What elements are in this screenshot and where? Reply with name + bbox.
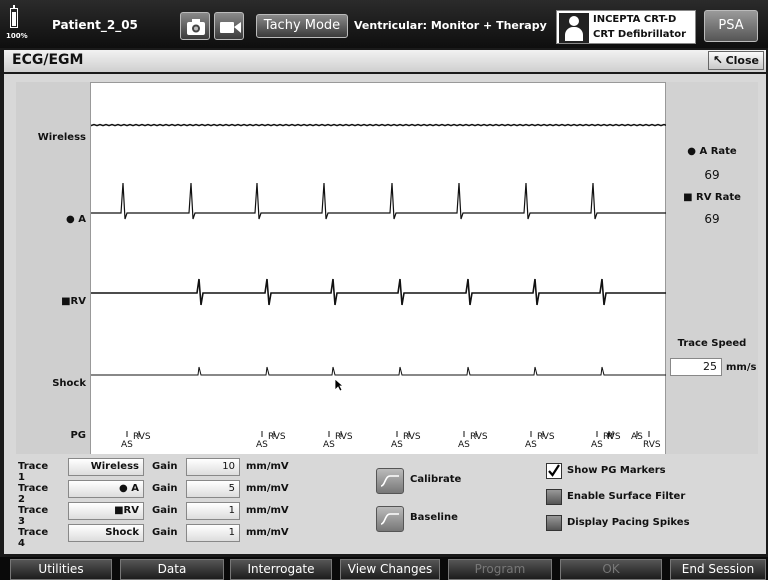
end-session-button[interactable]: End Session: [670, 559, 766, 580]
trace-2-gain-select[interactable]: 5: [186, 480, 240, 498]
pg-marker: RVS: [335, 432, 353, 442]
close-button[interactable]: ↖ Close: [708, 51, 764, 70]
wireless-trace: [91, 123, 667, 127]
pg-marker: RVS: [403, 432, 421, 442]
rv-trace: [91, 278, 667, 306]
pg-marker: R: [607, 432, 613, 442]
pg-marker: AS: [256, 440, 268, 450]
trace-label-wireless: Wireless: [37, 132, 86, 143]
display-pacing-spikes-label: Display Pacing Spikes: [567, 517, 690, 528]
device-type: CRT Defibrillator: [593, 29, 687, 40]
rv-rate-label: ■ RV Rate: [683, 192, 741, 203]
baseline-button[interactable]: [376, 506, 404, 532]
enable-surface-filter-checkbox[interactable]: [546, 489, 562, 505]
close-arrow-icon: ↖: [713, 53, 724, 67]
trace-speed-label: Trace Speed: [677, 338, 747, 349]
pg-marker: AS: [525, 440, 537, 450]
trace-name: Trace 1: [18, 461, 49, 483]
trace-4-source-select[interactable]: Shock: [68, 524, 144, 542]
a-rate-value: 69: [704, 168, 720, 182]
trace-controls: Trace 1 Wireless Gain 10 mm/mV Trace 2 ●…: [4, 454, 766, 554]
pg-marker: RVS: [470, 432, 488, 442]
gain-unit: mm/mV: [246, 461, 289, 472]
camera-icon: [187, 19, 205, 35]
trace-name: Trace 2: [18, 483, 49, 505]
patient-name: Patient_2_05: [52, 18, 138, 32]
trace-1-source-select[interactable]: Wireless: [68, 458, 144, 476]
interrogate-button[interactable]: Interrogate: [230, 559, 332, 580]
show-pg-markers-checkbox[interactable]: [546, 463, 562, 479]
view-changes-button[interactable]: View Changes: [340, 559, 440, 580]
battery-percent: 100%: [6, 32, 28, 40]
pg-marker: RVS: [268, 432, 286, 442]
gain-unit: mm/mV: [246, 483, 289, 494]
calibrate-icon: [380, 475, 399, 487]
a-rate-label: ● A Rate: [687, 146, 737, 157]
trace-speed-input[interactable]: 25: [670, 358, 722, 376]
close-label: Close: [725, 54, 759, 67]
trace-speed-unit: mm/s: [726, 362, 757, 373]
pg-marker: RVS: [537, 432, 555, 442]
calibrate-label: Calibrate: [410, 474, 462, 485]
page-title: ECG/EGM: [12, 52, 84, 68]
baseline-icon: [380, 513, 399, 525]
trace-3-gain-select[interactable]: 1: [186, 502, 240, 520]
bottom-nav: Utilities Data Interrogate View Changes …: [0, 557, 768, 580]
tachy-mode-button[interactable]: Tachy Mode: [256, 14, 348, 38]
top-bar: 100% Patient_2_05 Tachy Mode Ventricular…: [0, 0, 768, 48]
display-pacing-spikes-checkbox[interactable]: [546, 515, 562, 531]
trace-label-rv: ■RV: [61, 296, 86, 307]
ok-button[interactable]: OK: [560, 559, 662, 580]
trace-name: Trace 4: [18, 527, 49, 549]
video-icon: [220, 22, 241, 33]
trace-label-shock: Shock: [52, 378, 86, 389]
enable-surface-filter-label: Enable Surface Filter: [567, 491, 686, 502]
trace-1-gain-select[interactable]: 10: [186, 458, 240, 476]
calibrate-button[interactable]: [376, 468, 404, 494]
gain-label: Gain: [152, 461, 178, 472]
cursor-icon: [334, 378, 344, 392]
program-button[interactable]: Program: [448, 559, 552, 580]
data-button[interactable]: Data: [120, 559, 224, 580]
trace-3-source-select[interactable]: ■RV: [68, 502, 144, 520]
video-button[interactable]: [214, 12, 244, 40]
gain-label: Gain: [152, 527, 178, 538]
show-pg-markers-label: Show PG Markers: [567, 465, 666, 476]
title-bar: ECG/EGM ↖ Close: [4, 50, 766, 72]
pg-marker: AS: [458, 440, 470, 450]
camera-button[interactable]: [180, 12, 210, 40]
trace-2-source-select[interactable]: ● A: [68, 480, 144, 498]
gain-label: Gain: [152, 505, 178, 516]
psa-button[interactable]: PSA: [704, 10, 758, 42]
baseline-label: Baseline: [410, 512, 458, 523]
pg-marker: AS: [391, 440, 403, 450]
ventricular-mode-status: Ventricular: Monitor + Therapy: [354, 19, 547, 32]
patient-icon: [559, 13, 589, 43]
trace-label-pg: PG: [70, 430, 86, 441]
trace-4-gain-select[interactable]: 1: [186, 524, 240, 542]
a-trace: [91, 182, 667, 220]
gain-label: Gain: [152, 483, 178, 494]
pg-marker: AS: [591, 440, 603, 450]
rv-rate-value: 69: [704, 212, 720, 226]
trace-name: Trace 3: [18, 505, 49, 527]
device-info: INCEPTA CRT-D CRT Defibrillator: [556, 10, 696, 44]
pg-marker: RVS: [133, 432, 151, 442]
pg-marker: RVS: [643, 440, 661, 450]
gain-unit: mm/mV: [246, 527, 289, 538]
pg-marker: AS: [121, 440, 133, 450]
shock-trace: [91, 366, 667, 376]
checkmark-icon: [548, 464, 560, 477]
gain-unit: mm/mV: [246, 505, 289, 516]
trace-label-a: ● A: [66, 214, 86, 225]
device-name: INCEPTA CRT-D: [593, 14, 677, 25]
pg-marker: AS: [323, 440, 335, 450]
utilities-button[interactable]: Utilities: [10, 559, 112, 580]
